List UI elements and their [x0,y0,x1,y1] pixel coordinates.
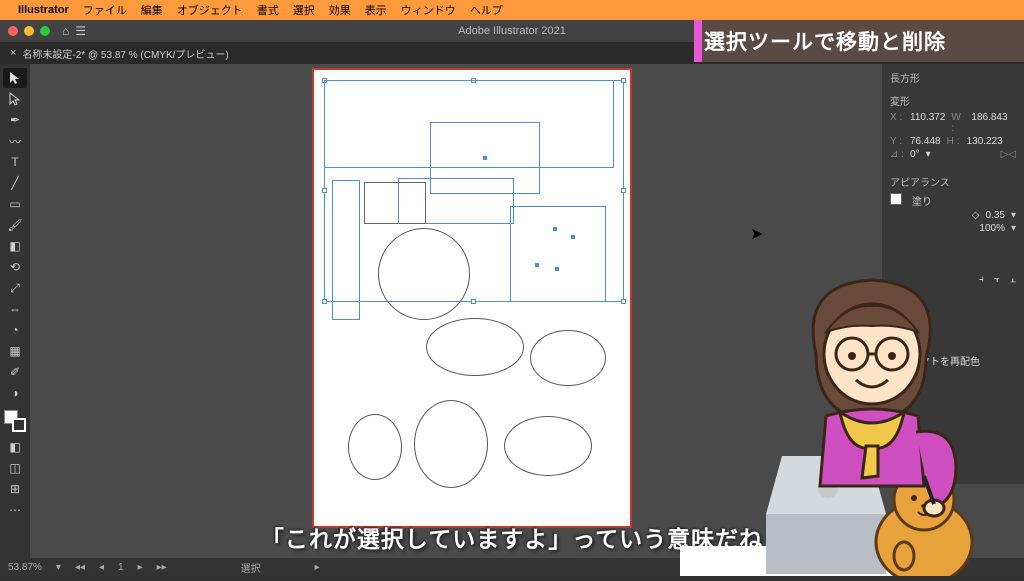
zoom-value[interactable]: 53.87% [8,562,42,573]
menu-format[interactable]: 書式 [257,2,279,18]
fill-label: 塗り [912,193,932,208]
draw-mode-icon[interactable]: ◫ [3,458,27,478]
w-label: W : [951,112,965,134]
document-tab-label: 名称未設定-2* @ 53.87 % (CMYK/プレビュー) [22,46,228,61]
artboard-nav-prev-icon[interactable]: ◂◂ [75,562,85,573]
align-icon[interactable]: ⫟ [994,274,1000,285]
color-mode-icon[interactable]: ◧ [3,437,27,457]
menu-effect[interactable]: 効果 [329,2,351,18]
eyedropper-tool-icon[interactable]: ✐ [3,362,27,382]
rectangle-tool-icon[interactable]: ▭ [3,194,27,214]
status-play-icon[interactable]: ▸ [315,562,320,573]
h-label: H : [947,136,961,147]
dropdown-icon[interactable]: ▾ [1011,210,1016,221]
home-icon[interactable]: ⌂ [62,24,69,38]
ellipse-4[interactable] [348,414,402,480]
eraser-tool-icon[interactable]: ◧ [3,236,27,256]
width-tool-icon[interactable]: ⇔ [3,299,27,319]
menu-object[interactable]: オブジェクト [177,2,243,18]
angle-dropdown-icon[interactable]: ▾ [926,149,931,160]
artboard-nav-next-icon[interactable]: ▸▸ [157,562,167,573]
line-tool-icon[interactable]: ╱ [3,173,27,193]
edit-toolbar-icon[interactable]: ⋯ [3,500,27,520]
selected-rect-4[interactable] [510,206,606,302]
traffic-lights [8,26,50,36]
ellipse-2[interactable] [426,318,524,376]
ellipse-6[interactable] [504,416,592,476]
angle-value[interactable]: 0° [910,149,920,160]
zoom-dropdown-icon[interactable]: ▾ [56,562,61,573]
selection-tool-icon[interactable] [3,68,27,88]
window-title: Adobe Illustrator 2021 [458,25,566,37]
curvature-tool-icon[interactable]: 〰 [3,131,27,151]
type-tool-icon[interactable]: T [3,152,27,172]
minimize-icon[interactable] [24,26,34,36]
close-icon[interactable] [8,26,18,36]
toolbar: ✒ 〰 T ╱ ▭ 🖌 ◧ ⟲ ⤢ ⇔ ◔ ▦ ✐ ◑ ◧ ◫ ⊞ ⋯ [0,64,30,558]
direct-selection-tool-icon[interactable] [3,89,27,109]
app-name[interactable]: Illustrator [18,4,69,16]
y-value[interactable]: 76.448 [910,136,941,147]
flip-h-icon[interactable]: ▷◁ [1001,149,1016,160]
h-value[interactable]: 130.223 [967,136,1003,147]
x-value[interactable]: 110.372 [910,112,945,134]
fill-stroke-swatch[interactable] [4,410,26,432]
cursor-icon: ➤ [750,224,763,244]
ellipse-1[interactable] [378,228,470,320]
artboard-nav-next-icon[interactable]: ▸ [138,562,143,573]
status-tool-label: 選択 [241,560,261,575]
gradient-tool-icon[interactable]: ▦ [3,341,27,361]
ellipse-3[interactable] [530,330,606,386]
ellipse-5[interactable] [414,400,488,488]
transform-header: 変形 [890,93,1016,108]
appearance-header: アピアランス [890,174,1016,189]
lesson-title-banner: 選択ツールで移動と削除 [694,20,1024,62]
pen-tool-icon[interactable]: ✒ [3,110,27,130]
instructor-character [766,276,976,576]
shape-builder-icon[interactable]: ◔ [3,320,27,340]
rect-grey-1[interactable] [364,182,426,224]
maximize-icon[interactable] [40,26,50,36]
stroke-swatch-icon[interactable] [12,418,26,432]
shape-type-label: 長方形 [890,70,1016,85]
w-value[interactable]: 186.843 [971,112,1007,134]
menu-select[interactable]: 選択 [293,2,315,18]
accent-bar [694,20,702,62]
brush-tool-icon[interactable]: 🖌 [3,215,27,235]
rotate-tool-icon[interactable]: ⟲ [3,257,27,277]
mac-menu-bar: Illustrator ファイル 編集 オブジェクト 書式 選択 効果 表示 ウ… [0,0,1024,20]
screen-mode-icon[interactable]: ⊞ [3,479,27,499]
align-icon[interactable]: ⫠ [1010,274,1016,285]
angle-label: ⊿ : [890,149,904,160]
menu-file[interactable]: ファイル [83,2,127,18]
selected-rect-tall[interactable] [332,180,360,320]
artboard[interactable] [314,70,630,526]
menu-edit[interactable]: 編集 [141,2,163,18]
scale-tool-icon[interactable]: ⤢ [3,278,27,298]
menu-view[interactable]: 表示 [365,2,387,18]
share-icon[interactable]: ☰ [75,24,86,38]
blend-tool-icon[interactable]: ◑ [3,383,27,403]
close-tab-icon[interactable]: × [10,47,16,59]
fill-chip-icon[interactable] [890,193,902,205]
opacity2-value[interactable]: 100% [979,223,1005,234]
menu-window[interactable]: ウィンドウ [401,2,456,18]
stroke-weight-icon[interactable]: ◇ [972,210,980,221]
y-label: Y : [890,136,904,147]
align-icon[interactable]: ⫞ [979,274,984,285]
artboard-nav-prev-icon[interactable]: ◂ [99,562,104,573]
opacity-value[interactable]: 0.35 [986,210,1005,221]
x-label: X : [890,112,904,134]
artboard-index[interactable]: 1 [118,562,124,573]
menu-help[interactable]: ヘルプ [470,2,503,18]
lesson-title-text: 選択ツールで移動と削除 [704,31,946,54]
dropdown-icon[interactable]: ▾ [1011,223,1016,234]
